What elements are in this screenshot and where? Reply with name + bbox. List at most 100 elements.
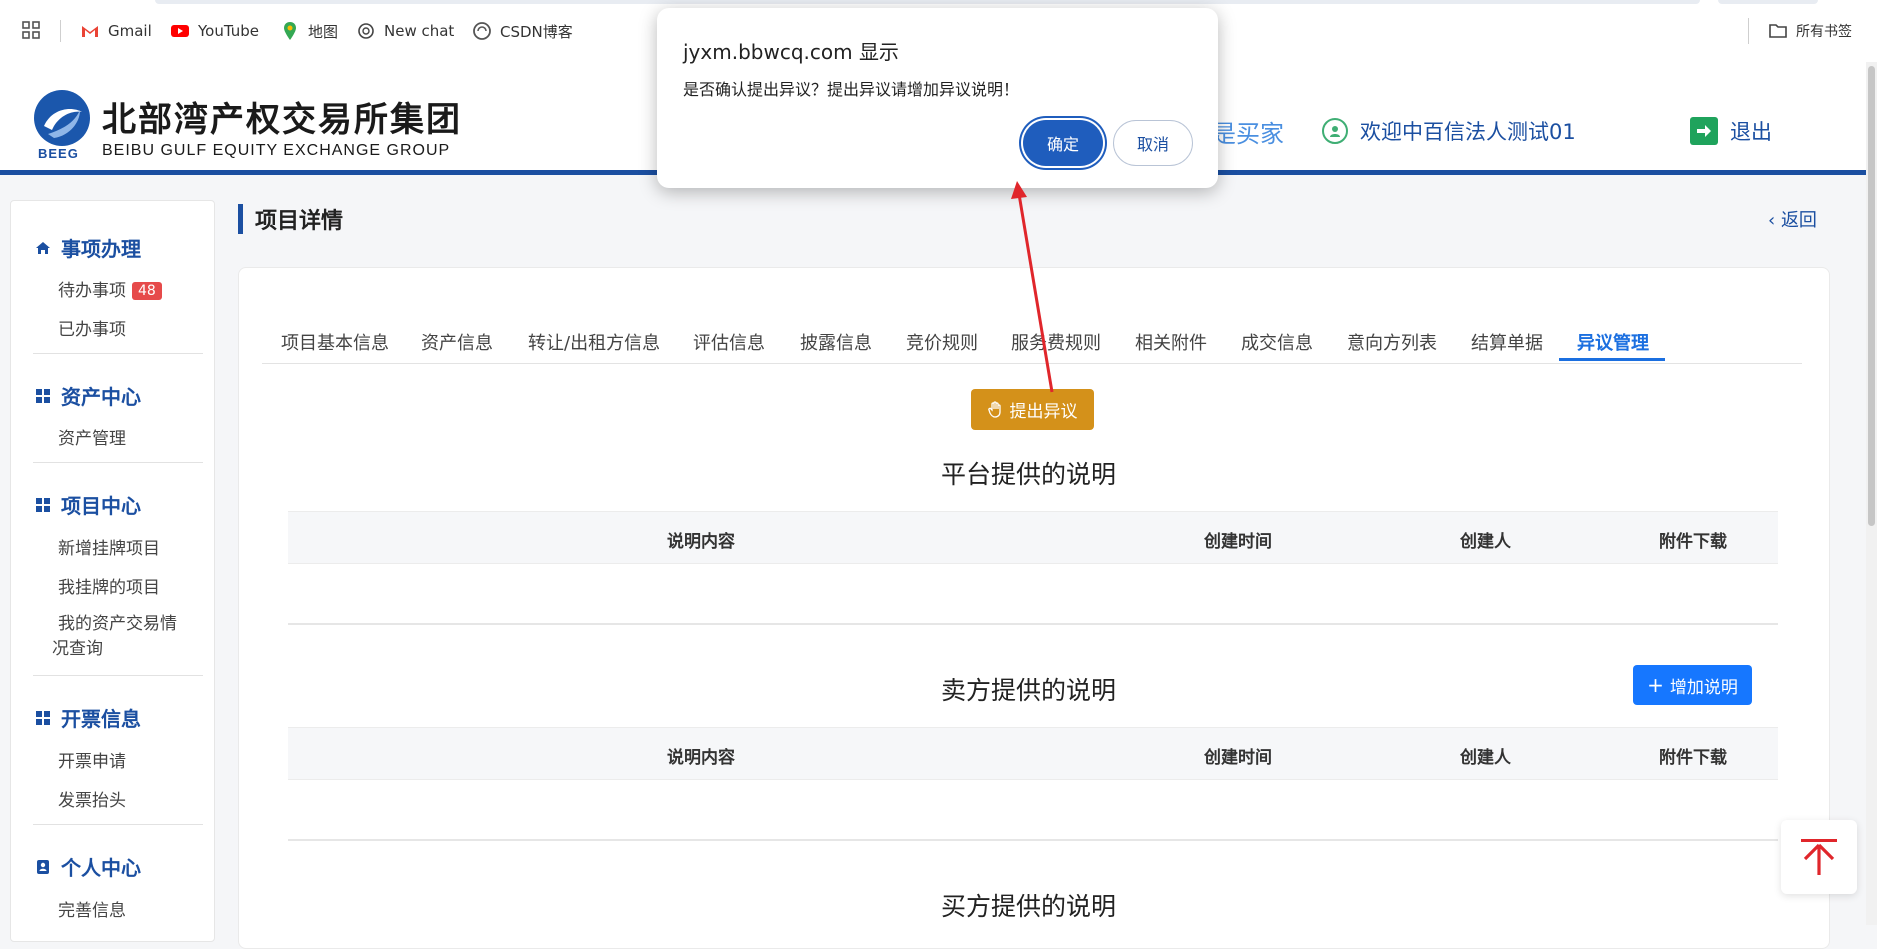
youtube-icon [171,25,189,37]
column-header-attachment: 附件下载 [1659,748,1727,768]
bookmark-label: New chat [384,22,455,40]
profile-button-edge [1718,0,1818,4]
apps-grid-icon[interactable] [22,21,40,39]
tab-attachments[interactable]: 相关附件 [1135,329,1207,355]
bookmark-new-chat[interactable]: New chat [356,18,454,44]
grid-icon [36,710,50,725]
raise-objection-label: 提出异议 [1009,402,1078,422]
sidebar-item-transaction-query[interactable]: 我的资产交易情况查询 [52,612,182,662]
sidebar-group-title: 个人中心 [61,856,141,880]
openai-icon [358,23,374,39]
sidebar-divider [33,353,203,354]
logo-chinese-name: 北部湾产权交易所集团 [102,100,462,140]
section-title-platform: 平台提供的说明 [941,460,1117,489]
sidebar-divider [33,675,203,676]
folder-icon [1769,24,1787,38]
tab-evaluation-info[interactable]: 评估信息 [693,329,765,355]
column-header-content: 说明内容 [667,748,735,768]
logout-icon [1690,117,1718,145]
confirm-dialog: jyxm.bbwcq.com 显示 是否确认提出异议？提出异议请增加异议说明！ … [657,8,1218,188]
tab-intended-parties[interactable]: 意向方列表 [1347,329,1437,355]
logo-swirl-icon [44,108,82,138]
sidebar-item-my-listings[interactable]: 我挂牌的项目 [58,573,160,598]
column-header-created-time: 创建时间 [1204,532,1272,552]
column-header-created-time: 创建时间 [1204,748,1272,768]
sidebar-item-label: 待办事项 [58,281,126,301]
csdn-icon [473,22,491,40]
bookmark-label: 地图 [308,22,339,41]
welcome-text: 欢迎中百信法人测试01 [1360,120,1576,144]
tab-bidding-rules[interactable]: 竞价规则 [906,329,978,355]
bookmark-label: CSDN博客 [500,22,573,41]
sidebar-item-todo[interactable]: 待办事项 48 [58,276,162,301]
tab-objection-management[interactable]: 异议管理 [1577,329,1649,355]
tab-deal-info[interactable]: 成交信息 [1241,329,1313,355]
hand-icon [987,400,1001,418]
column-header-creator: 创建人 [1460,532,1511,552]
back-link[interactable]: ‹ 返回 [1768,206,1817,232]
page-heading: 项目详情 [238,203,343,235]
bookmark-label: Gmail [108,22,152,40]
sidebar-divider [33,462,203,463]
scrollbar-thumb[interactable] [1868,66,1875,526]
grid-icon [36,388,50,403]
user-role-text: 是买家 [1212,120,1284,148]
tab-asset-info[interactable]: 资产信息 [421,329,493,355]
add-description-button[interactable]: + 增加说明 [1633,665,1752,705]
sidebar-item-invoice-request[interactable]: 开票申请 [58,747,126,772]
dialog-title: jyxm.bbwcq.com 显示 [683,40,899,64]
back-to-top-button[interactable] [1781,820,1857,894]
section-title-buyer: 买方提供的说明 [941,892,1117,921]
sidebar-divider [33,824,203,825]
address-bar-edge [155,0,1700,4]
sidebar-group-assets[interactable]: 资产中心 [35,381,141,410]
sidebar-group-matters[interactable]: 事项办理 [35,233,141,262]
sidebar-group-title: 资产中心 [61,385,141,409]
table-header-seller: 说明内容 创建时间 创建人 附件下载 [288,727,1778,780]
bookmarks-separator [60,20,61,42]
all-bookmarks[interactable]: 所有书签 [1768,18,1852,44]
bookmark-csdn[interactable]: CSDN博客 [472,18,573,44]
bookmark-youtube[interactable]: YouTube [170,18,259,44]
raise-objection-button[interactable]: 提出异议 [971,389,1094,430]
dialog-message: 是否确认提出异议？提出异议请增加异议说明！ [683,80,1020,99]
sidebar-group-projects[interactable]: 项目中心 [35,490,141,519]
tab-service-fee-rules[interactable]: 服务费规则 [1011,329,1101,355]
add-description-label: 增加说明 [1669,677,1738,698]
back-label: 返回 [1780,210,1817,231]
logout-button[interactable]: 退出 [1690,116,1772,146]
maps-icon [284,22,296,40]
column-header-content: 说明内容 [667,532,735,552]
sidebar-item-asset-management[interactable]: 资产管理 [58,424,126,449]
home-icon [36,241,50,254]
tab-transferor-info[interactable]: 转让/出租方信息 [528,329,660,355]
sidebar-item-complete-info[interactable]: 完善信息 [58,896,126,921]
user-icon [1322,118,1348,144]
logo-emblem [34,90,90,146]
sidebar-item-new-listing[interactable]: 新增挂牌项目 [58,534,160,559]
logout-label: 退出 [1730,120,1772,144]
section-title-seller: 卖方提供的说明 [941,676,1117,705]
table-bottom-border [288,839,1778,841]
tab-settlement-docs[interactable]: 结算单据 [1471,329,1543,355]
sidebar-item-done[interactable]: 已办事项 [58,315,126,340]
table-bottom-border [288,623,1778,625]
sidebar-group-personal[interactable]: 个人中心 [35,852,141,881]
todo-count-badge: 48 [132,282,162,300]
welcome-user: 欢迎中百信法人测试01 [1322,116,1576,146]
sidebar-group-title: 事项办理 [61,237,141,261]
tab-basic-info[interactable]: 项目基本信息 [281,329,389,355]
tab-disclosure-info[interactable]: 披露信息 [800,329,872,355]
site-logo[interactable]: BEEG 北部湾产权交易所集团 BEIBU GULF EQUITY EXCHAN… [34,86,460,166]
sidebar-item-invoice-title[interactable]: 发票抬头 [58,786,126,811]
active-tab-indicator [1559,358,1665,361]
grid-icon [36,497,50,512]
gmail-icon [82,26,98,37]
sidebar-group-invoices[interactable]: 开票信息 [35,703,141,732]
dialog-cancel-button[interactable]: 取消 [1113,120,1193,166]
bookmark-maps[interactable]: 地图 [280,18,338,44]
bookmark-gmail[interactable]: Gmail [80,18,152,44]
dialog-ok-button[interactable]: 确定 [1023,120,1103,166]
plus-icon: + [1647,673,1664,697]
table-header-platform: 说明内容 创建时间 创建人 附件下载 [288,511,1778,564]
